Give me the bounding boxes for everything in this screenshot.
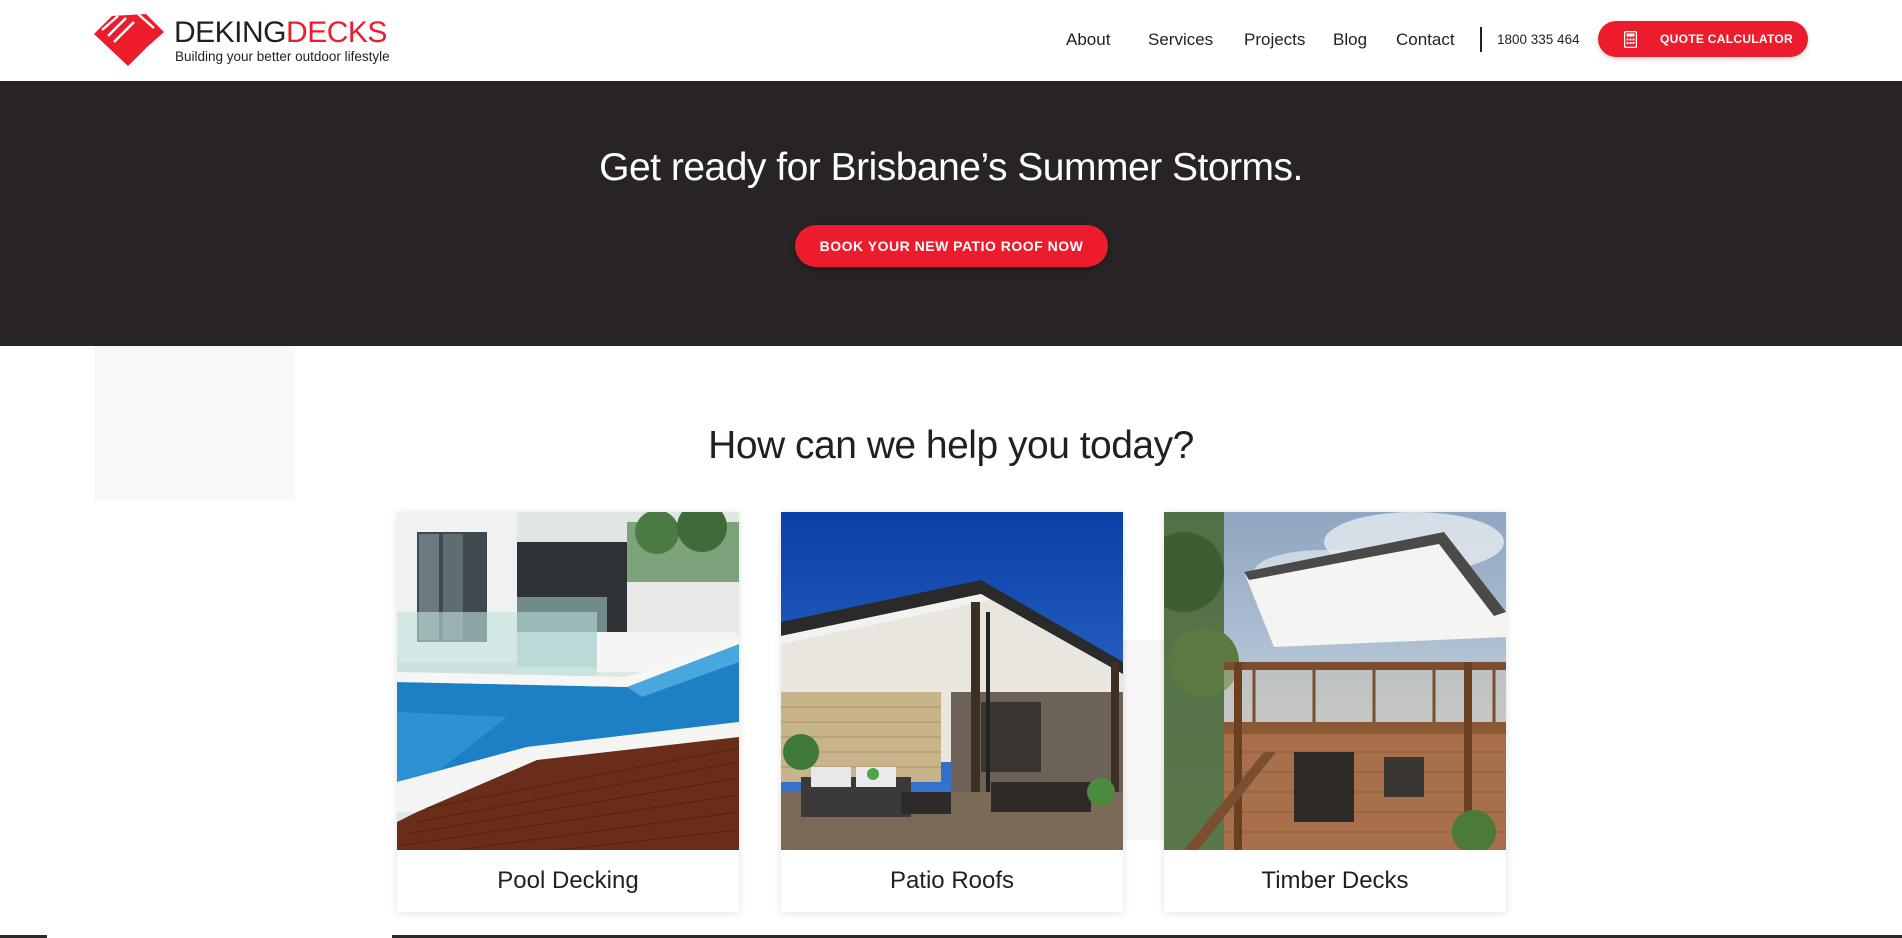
service-card-patio-roofs[interactable]: Patio Roofs bbox=[781, 512, 1123, 912]
hero-banner: Get ready for Brisbane’s Summer Storms. … bbox=[0, 81, 1902, 346]
services-heading: How can we help you today? bbox=[708, 424, 1194, 467]
nav-blog[interactable]: Blog bbox=[1333, 30, 1367, 50]
logo[interactable]: DEKINGDECKS Building your better outdoor… bbox=[94, 12, 394, 70]
nav-projects[interactable]: Projects bbox=[1244, 30, 1305, 50]
logo-word-2: DECKS bbox=[286, 16, 387, 49]
quote-calculator-button[interactable]: QUOTE CALCULATOR bbox=[1598, 21, 1808, 57]
quote-calculator-label: QUOTE CALCULATOR bbox=[1660, 32, 1794, 46]
logo-wordmark: DEKINGDECKS bbox=[174, 16, 387, 50]
service-card-label: Timber Decks bbox=[1261, 867, 1409, 894]
service-card-label: Patio Roofs bbox=[889, 867, 1015, 894]
calculator-icon bbox=[1624, 31, 1637, 48]
service-card-timber-decks[interactable]: Timber Decks bbox=[1164, 512, 1506, 912]
nav-contact[interactable]: Contact bbox=[1396, 30, 1455, 50]
logo-tagline: Building your better outdoor lifestyle bbox=[175, 49, 390, 64]
nav-about[interactable]: About bbox=[1066, 30, 1110, 50]
logo-diamond-icon bbox=[94, 13, 164, 66]
nav-services[interactable]: Services bbox=[1148, 30, 1213, 50]
nav-divider bbox=[1480, 27, 1482, 52]
service-card-pool-decking[interactable]: Pool Decking bbox=[397, 512, 739, 912]
hero-title: Get ready for Brisbane’s Summer Storms. bbox=[599, 146, 1303, 189]
service-card-label: Pool Decking bbox=[497, 867, 639, 894]
timber-deck-photo bbox=[1164, 512, 1506, 850]
phone-link[interactable]: 1800 335 464 bbox=[1497, 32, 1580, 47]
patio-roof-photo bbox=[781, 512, 1123, 850]
logo-word-1: DEKING bbox=[174, 16, 287, 49]
pool-decking-photo bbox=[397, 512, 739, 850]
book-patio-roof-button[interactable]: BOOK YOUR NEW PATIO ROOF NOW bbox=[795, 225, 1108, 267]
site-header: DEKINGDECKS Building your better outdoor… bbox=[0, 0, 1902, 81]
